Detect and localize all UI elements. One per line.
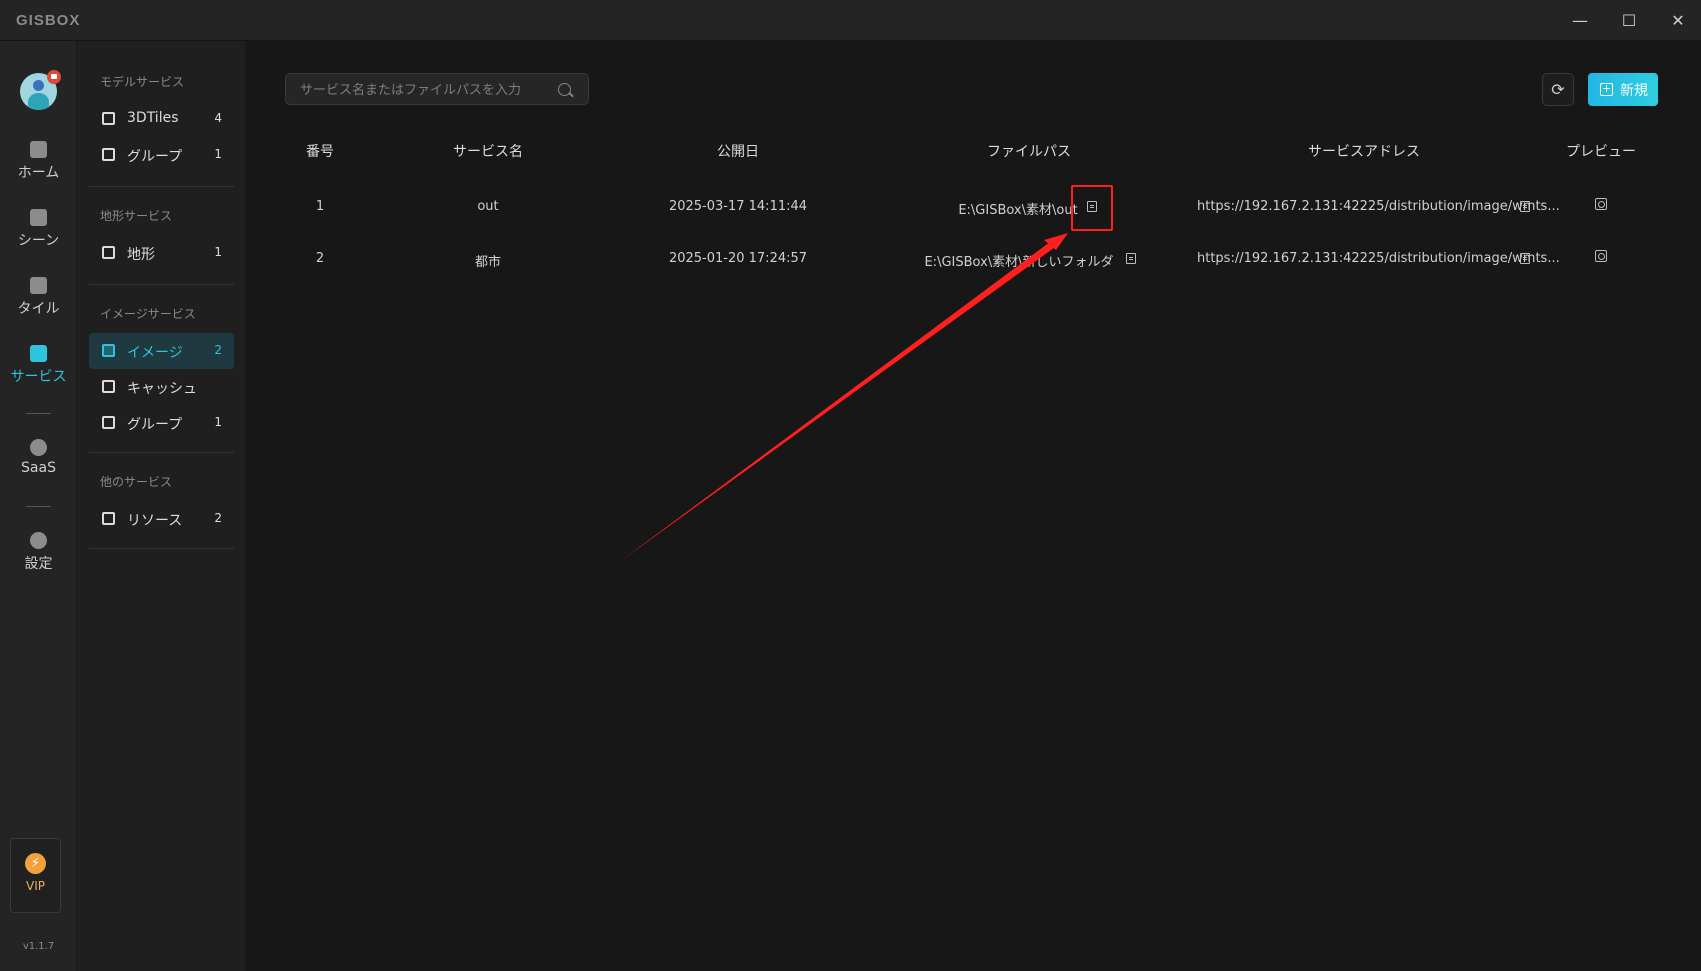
resource-icon [102,512,115,525]
column-header-index: 番号 [306,144,334,160]
open-folder-icon[interactable] [1126,253,1136,264]
vip-button[interactable]: ⚡ VIP [10,838,61,913]
new-button-label: 新規 [1620,83,1648,99]
close-button[interactable]: ✕ [1658,6,1698,34]
sidebar-item-count: 2 [214,511,222,525]
sidebar-item-3dtiles[interactable]: 3DTiles 4 [89,101,234,137]
lightning-icon: ⚡ [25,853,46,874]
cache-icon [102,380,115,393]
nav-scene[interactable]: シーン [0,209,77,250]
cell-date: 2025-01-20 17:24:57 [668,251,808,266]
sidebar-divider [89,186,234,187]
terrain-icon [102,246,115,259]
cell-address: https://192.167.2.131:42225/distribution… [1197,199,1560,214]
copy-address-icon[interactable] [1520,201,1530,212]
sidebar-item-count: 1 [214,245,222,259]
group-title-other: 他のサービス [100,475,173,489]
sidebar-item-label: グループ [127,149,183,165]
preview-icon[interactable] [1595,198,1607,210]
column-header-address: サービスアドレス [1308,144,1420,160]
tile-icon [30,277,47,294]
sidebar-item-image-group[interactable]: グループ 1 [89,405,234,441]
maximize-button[interactable]: ☐ [1609,6,1649,34]
sidebar-item-label: イメージ [127,345,183,361]
version-label: v1.1.7 [22,941,55,952]
nav-rail: ホーム シーン タイル サービス SaaS 設定 ⚡ VIP v1.1.7 [0,41,77,971]
group-icon [102,416,115,429]
cell-name: out [477,199,499,214]
nav-saas-label: SaaS [21,460,56,476]
nav-home-label: ホーム [17,165,60,181]
sidebar-item-label: リソース [127,513,183,529]
column-header-name: サービス名 [453,144,523,160]
sidebar-item-cache[interactable]: キャッシュ [89,369,234,405]
image-icon [102,344,115,357]
sidebar-item-label: グループ [127,417,183,433]
add-icon: + [1600,82,1613,96]
copy-address-icon[interactable] [1520,253,1530,264]
sidebar-item-label: 3DTiles [127,110,179,126]
group-title-model: モデルサービス [100,75,185,89]
service-icon [30,345,47,362]
sidebar-item-model-group[interactable]: グループ 1 [89,137,234,173]
sidebar-item-label: 地形 [127,247,155,263]
home-icon [30,141,47,158]
cell-address: https://192.167.2.131:42225/distribution… [1197,251,1560,266]
sidebar-item-resource[interactable]: リソース 2 [89,501,234,537]
cell-name: 都市 [474,255,502,270]
search-icon[interactable] [558,83,571,96]
sidebar-item-label: キャッシュ [127,381,197,397]
column-header-date: 公開日 [717,144,759,160]
nav-tile[interactable]: タイル [0,277,77,318]
column-header-path: ファイルパス [987,144,1071,160]
cell-path: E:\GISBox\素材\新しいフォルダ [924,255,1114,270]
preview-icon[interactable] [1595,250,1607,262]
sidebar-item-count: 4 [214,111,222,125]
vip-label: VIP [26,879,45,893]
sidebar-divider [89,548,234,549]
nav-service[interactable]: サービス [0,345,77,386]
sidebar-item-count: 2 [214,343,222,357]
rail-divider [26,413,51,414]
minimize-button[interactable]: — [1560,6,1600,34]
cell-path: E:\GISBox\素材\out [958,203,1078,218]
sidebar-divider [89,452,234,453]
nav-saas[interactable]: SaaS [0,439,77,476]
group-title-terrain: 地形サービス [100,209,173,223]
rail-divider [26,506,51,507]
settings-icon [30,532,47,549]
open-folder-icon[interactable] [1087,201,1097,212]
saas-icon [30,439,47,456]
3dtiles-icon [102,112,115,125]
sidebar-divider [89,284,234,285]
sidebar-item-terrain[interactable]: 地形 1 [89,235,234,271]
service-sidebar: モデルサービス 3DTiles 4 グループ 1 地形サービス 地形 1 イメー… [77,41,246,971]
nav-settings-label: 設定 [24,556,53,572]
main-panel: ⟳ + 新規 番号 サービス名 公開日 ファイルパス サービスアドレス プレビュ… [246,41,1701,971]
nav-service-label: サービス [10,369,67,385]
scene-icon [30,209,47,226]
group-icon [102,148,115,161]
sidebar-item-count: 1 [214,147,222,161]
cell-index: 1 [315,199,325,214]
app-logo: GISBOX [16,12,81,29]
new-service-button[interactable]: + 新規 [1588,73,1658,106]
nav-home[interactable]: ホーム [0,141,77,182]
sidebar-item-count: 1 [214,415,222,429]
search-box [285,73,589,105]
search-input[interactable] [300,81,550,99]
group-title-image: イメージサービス [100,307,196,321]
cell-date: 2025-03-17 14:11:44 [668,199,808,214]
column-header-preview: プレビュー [1566,144,1636,160]
refresh-button[interactable]: ⟳ [1542,73,1574,106]
notification-badge-icon[interactable] [47,70,61,84]
sidebar-item-image[interactable]: イメージ 2 [89,333,234,369]
nav-scene-label: シーン [17,233,60,249]
cell-index: 2 [315,251,325,266]
nav-settings[interactable]: 設定 [0,532,77,573]
nav-tile-label: タイル [17,301,60,317]
title-bar: GISBOX — ☐ ✕ [0,0,1701,41]
